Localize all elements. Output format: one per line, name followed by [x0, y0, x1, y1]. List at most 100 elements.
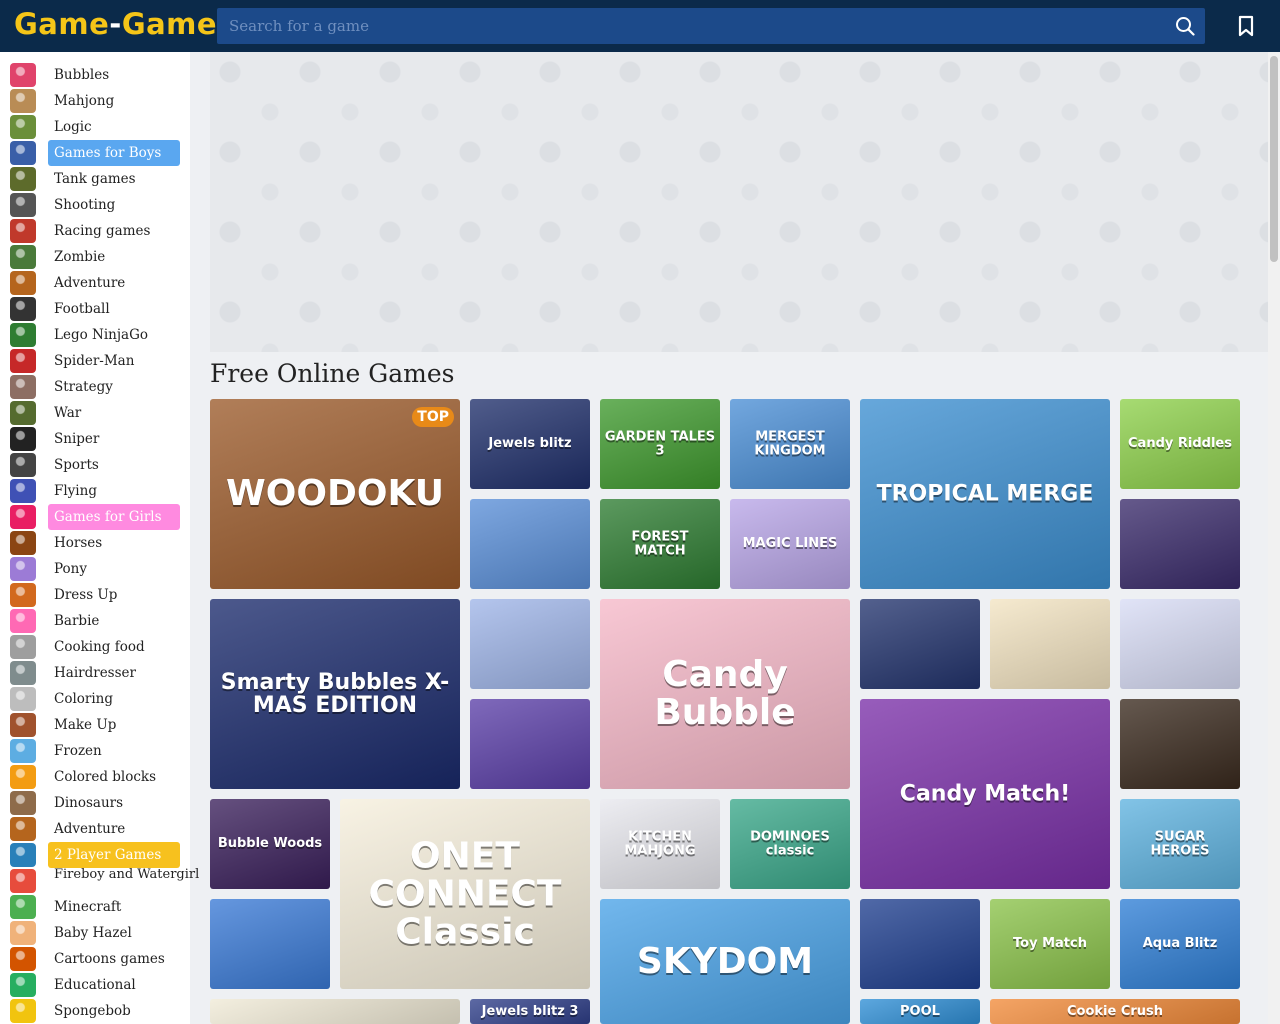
sidebar-item-label: Lego NinjaGo	[54, 327, 148, 343]
category-icon	[10, 297, 36, 321]
sidebar-item[interactable]: Sniper	[0, 426, 190, 452]
game-tile[interactable]: Smarty Bubbles X-MAS EDITION	[210, 599, 460, 789]
game-tile[interactable]: KITCHEN MAHJONG	[600, 799, 720, 889]
sidebar-item[interactable]: Barbie	[0, 608, 190, 634]
game-tile[interactable]	[210, 899, 330, 989]
game-tile[interactable]: Candy Match!	[860, 699, 1110, 889]
game-tile[interactable]	[860, 899, 980, 989]
sidebar-item[interactable]: Football	[0, 296, 190, 322]
game-tile[interactable]: TROPICAL MERGE	[860, 399, 1110, 589]
sidebar-item[interactable]: Fireboy and Watergirl	[0, 868, 199, 894]
game-title: SUGAR HEROES	[1150, 829, 1210, 858]
game-tile[interactable]	[990, 599, 1110, 689]
game-tile[interactable]	[1120, 499, 1240, 589]
sidebar-item[interactable]: War	[0, 400, 190, 426]
search-input[interactable]	[217, 8, 1157, 44]
game-tile[interactable]: WOODOKU TOP	[210, 399, 460, 589]
sidebar-item[interactable]: Bubbles	[0, 62, 190, 88]
game-title: DOMINOES classic	[750, 829, 830, 858]
game-tile[interactable]: Cookie Crush	[990, 999, 1240, 1024]
sidebar-item[interactable]: Sports	[0, 452, 190, 478]
category-icon	[10, 167, 36, 191]
sidebar-item[interactable]: Logic	[0, 114, 190, 140]
sidebar-item[interactable]: Dinosaurs	[0, 790, 190, 816]
sidebar-item[interactable]: Shooting	[0, 192, 190, 218]
sidebar-item[interactable]: Strategy	[0, 374, 190, 400]
game-tile[interactable]	[470, 599, 590, 689]
sidebar-item[interactable]: Games for Girls	[0, 504, 190, 530]
sidebar-item-label: Shooting	[54, 197, 116, 213]
game-tile[interactable]: SUGAR HEROES	[1120, 799, 1240, 889]
sidebar-item[interactable]: Cooking food	[0, 634, 190, 660]
site-logo[interactable]: Game-Game	[14, 7, 217, 41]
sidebar-item[interactable]: Cartoons games	[0, 946, 190, 972]
game-title: MERGEST KINGDOM	[754, 429, 826, 458]
game-title: Toy Match	[1013, 936, 1087, 952]
sidebar-item[interactable]: Spider-Man	[0, 348, 190, 374]
game-tile[interactable]	[1120, 699, 1240, 789]
game-title: Candy Riddles	[1128, 436, 1232, 452]
game-title: MAGIC LINES	[742, 536, 838, 552]
sidebar-item[interactable]: Baby Hazel	[0, 920, 190, 946]
sidebar-item[interactable]: Adventure	[0, 816, 190, 842]
game-tile[interactable]: Candy Bubble	[600, 599, 850, 789]
search-icon[interactable]	[1175, 16, 1195, 36]
category-icon	[10, 973, 36, 997]
game-tile[interactable]: Jewels blitz	[470, 399, 590, 489]
sidebar-item-label: Coloring	[54, 691, 114, 707]
sidebar-item[interactable]: Minecraft	[0, 894, 190, 920]
category-icon	[10, 349, 36, 373]
scrollbar-thumb[interactable]	[1270, 56, 1278, 262]
sidebar-item[interactable]: Spongebob	[0, 998, 190, 1024]
game-tile[interactable]: SKYDOM	[600, 899, 850, 1024]
category-icon	[10, 427, 36, 451]
game-tile[interactable]: MAGIC LINES	[730, 499, 850, 589]
sidebar-item[interactable]: Pony	[0, 556, 190, 582]
sidebar-item-label: Games for Boys	[48, 140, 180, 166]
sidebar-item-label: Sniper	[54, 431, 100, 447]
sidebar-item[interactable]: Tank games	[0, 166, 190, 192]
sidebar-item[interactable]: Zombie	[0, 244, 190, 270]
sidebar-item[interactable]: Adventure	[0, 270, 190, 296]
bookmark-icon[interactable]	[1237, 15, 1255, 37]
game-title: KITCHEN MAHJONG	[624, 829, 696, 858]
sidebar-item[interactable]: Coloring	[0, 686, 190, 712]
sidebar-item[interactable]: Make Up	[0, 712, 190, 738]
sidebar-item[interactable]: Horses	[0, 530, 190, 556]
game-tile[interactable]	[210, 999, 460, 1024]
game-tile[interactable]	[470, 499, 590, 589]
game-tile[interactable]	[860, 599, 980, 689]
game-tile[interactable]: DOMINOES classic	[730, 799, 850, 889]
sidebar-item[interactable]: 2 Player Games	[0, 842, 190, 868]
game-tile[interactable]: Aqua Blitz	[1120, 899, 1240, 989]
sidebar-item[interactable]: Hairdresser	[0, 660, 190, 686]
sidebar-item[interactable]: Frozen	[0, 738, 190, 764]
sidebar-item[interactable]: Flying	[0, 478, 190, 504]
game-tile[interactable]: MERGEST KINGDOM	[730, 399, 850, 489]
sidebar-item-label: Adventure	[54, 275, 126, 291]
game-title: Bubble Woods	[217, 836, 323, 852]
sidebar-item[interactable]: Lego NinjaGo	[0, 322, 190, 348]
game-tile[interactable]: Bubble Woods	[210, 799, 330, 889]
sidebar-item[interactable]: Colored blocks	[0, 764, 190, 790]
sidebar-item[interactable]: Games for Boys	[0, 140, 190, 166]
top-badge: TOP	[412, 407, 454, 427]
game-tile[interactable]: Jewels blitz 3	[470, 999, 590, 1024]
sidebar-item-label: Barbie	[54, 613, 100, 629]
sidebar-item-label: Minecraft	[54, 899, 122, 915]
game-tile[interactable]: Candy Riddles	[1120, 399, 1240, 489]
scrollbar[interactable]	[1268, 52, 1280, 1024]
game-tile[interactable]: Toy Match	[990, 899, 1110, 989]
game-tile[interactable]: FOREST MATCH	[600, 499, 720, 589]
game-tile[interactable]: ONET CONNECT Classic	[340, 799, 590, 989]
sidebar-item[interactable]: Educational	[0, 972, 190, 998]
sidebar-item-label: Colored blocks	[54, 769, 157, 785]
sidebar-item[interactable]: Mahjong	[0, 88, 190, 114]
search-bar	[217, 8, 1205, 44]
sidebar-item[interactable]: Dress Up	[0, 582, 190, 608]
game-tile[interactable]	[470, 699, 590, 789]
game-tile[interactable]	[1120, 599, 1240, 689]
game-tile[interactable]: POOL	[860, 999, 980, 1024]
game-tile[interactable]: GARDEN TALES 3	[600, 399, 720, 489]
sidebar-item[interactable]: Racing games	[0, 218, 190, 244]
